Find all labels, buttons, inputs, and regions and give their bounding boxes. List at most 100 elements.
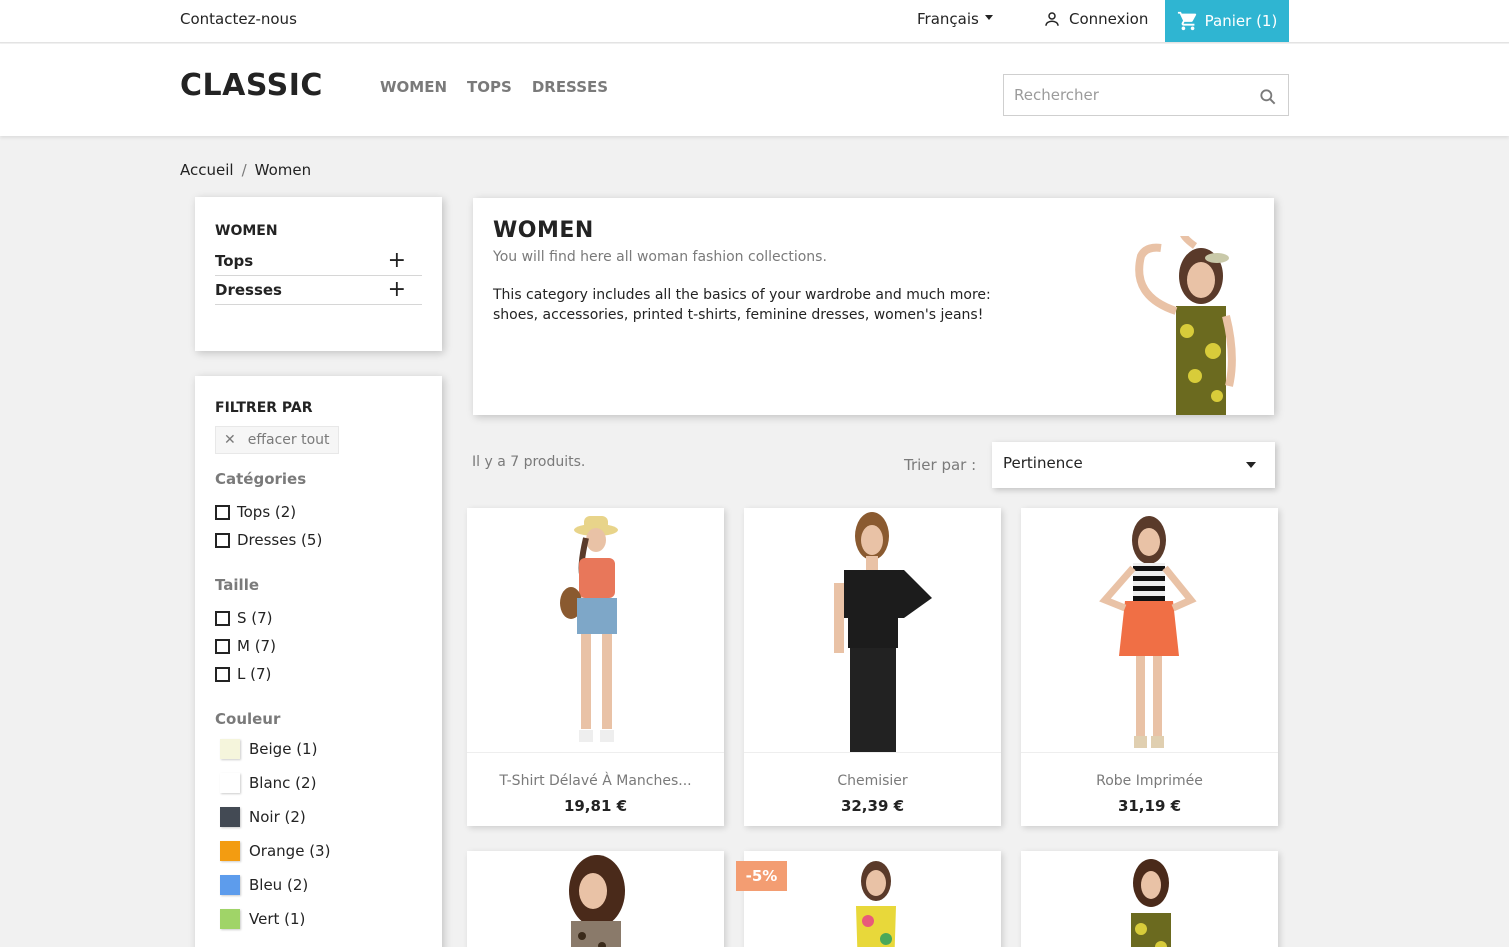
clear-all-button[interactable]: ✕ effacer tout (215, 426, 339, 454)
cart-button[interactable]: Panier (1) (1165, 0, 1289, 42)
chevron-down-icon (984, 15, 993, 20)
facet-title-categories: Catégories (215, 470, 307, 488)
facet-option[interactable]: S (7) (215, 604, 422, 632)
checkbox[interactable] (215, 666, 230, 682)
breadcrumb-separator: / (241, 161, 247, 179)
color-swatch[interactable] (220, 739, 240, 759)
color-option[interactable]: Bleu (2) (215, 868, 422, 902)
facet-option[interactable]: L (7) (215, 660, 422, 688)
color-option[interactable]: Blanc (2) (215, 766, 422, 800)
main-menu: WOMEN TOPS DRESSES (380, 78, 608, 96)
product-price: 32,39 € (840, 797, 905, 815)
product-card[interactable]: Robe Imprimée 31,19 € (1021, 508, 1278, 826)
search-icon[interactable] (1258, 87, 1278, 107)
color-swatch[interactable] (220, 773, 240, 793)
contact-link[interactable]: Contactez-nous (180, 10, 297, 28)
color-option-label: Orange (3) (249, 842, 331, 860)
menu-item-dresses[interactable]: DRESSES (532, 78, 608, 96)
category-item-tops[interactable]: Tops + (215, 247, 422, 276)
facet-title-size: Taille (215, 576, 260, 594)
facet-option-label: L (7) (237, 665, 272, 683)
facet-option[interactable]: Dresses (5) (215, 526, 422, 554)
product-price: 31,19 € (1117, 797, 1182, 815)
category-image (1135, 236, 1236, 415)
cart-icon (1177, 11, 1196, 31)
main-header: CLASSIC WOMEN TOPS DRESSES (0, 44, 1509, 136)
color-swatch[interactable] (220, 909, 240, 929)
product-card[interactable]: Chemisier 32,39 € (744, 508, 1001, 826)
product-name[interactable]: Chemisier (744, 773, 1001, 789)
breadcrumb-home[interactable]: Accueil (180, 161, 234, 179)
close-icon: ✕ (224, 432, 236, 448)
product-name[interactable]: T-Shirt Délavé À Manches... (467, 773, 724, 789)
clear-all-label: effacer tout (247, 432, 330, 448)
facet-option-label: S (7) (237, 609, 273, 627)
color-option[interactable]: Beige (1) (215, 732, 422, 766)
menu-item-women[interactable]: WOMEN (380, 78, 447, 96)
color-option-label: Vert (1) (249, 910, 306, 928)
product-image[interactable] (744, 508, 1001, 753)
color-option-label: Bleu (2) (249, 876, 309, 894)
category-header: WOMEN You will find here all woman fashi… (473, 198, 1274, 415)
category-item-label[interactable]: Dresses (215, 281, 282, 299)
product-count: Il y a 7 produits. (472, 454, 586, 470)
logo[interactable]: CLASSIC (180, 68, 323, 103)
color-swatch[interactable] (220, 841, 240, 861)
expand-icon[interactable]: + (388, 250, 406, 272)
filter-title: FILTRER PAR (215, 400, 313, 416)
product-image[interactable] (467, 508, 724, 753)
facet-option[interactable]: Tops (2) (215, 498, 422, 526)
facet-title-color: Couleur (215, 710, 281, 728)
filter-panel: FILTRER PAR ✕ effacer tout Catégories To… (195, 376, 442, 947)
color-option-label: Noir (2) (249, 808, 306, 826)
user-icon (1045, 12, 1059, 26)
product-price: 19,81 € (563, 797, 628, 815)
product-card[interactable]: T-Shirt Délavé À Manches... 19,81 € (467, 508, 724, 826)
color-swatch[interactable] (220, 807, 240, 827)
color-option[interactable]: Vert (1) (215, 902, 422, 936)
breadcrumb: Accueil / Women (180, 161, 311, 179)
top-bar: Contactez-nous Français Connexion Panier… (0, 0, 1509, 43)
color-option[interactable]: Noir (2) (215, 800, 422, 834)
chevron-down-icon (1246, 462, 1256, 468)
color-option-label: Blanc (2) (249, 774, 317, 792)
facet-option-label: Tops (2) (237, 503, 297, 521)
color-option[interactable]: Orange (3) (215, 834, 422, 868)
category-description-line: shoes, accessories, printed t-shirts, fe… (493, 307, 984, 323)
checkbox[interactable] (215, 610, 230, 626)
category-tree: WOMEN Tops + Dresses + (195, 197, 442, 351)
search-input[interactable] (1004, 75, 1244, 115)
checkbox[interactable] (215, 638, 230, 654)
checkbox[interactable] (215, 532, 230, 548)
product-image[interactable] (467, 851, 724, 947)
category-item-dresses[interactable]: Dresses + (215, 276, 422, 305)
product-card[interactable] (1021, 851, 1278, 947)
product-name[interactable]: Robe Imprimée (1021, 773, 1278, 789)
cart-label: Panier (1) (1204, 12, 1278, 30)
sort-value: Pertinence (1003, 454, 1083, 472)
category-description: This category includes all the basics of… (493, 285, 1013, 325)
language-selector[interactable]: Français (917, 10, 993, 28)
sort-label: Trier par : (904, 456, 977, 474)
category-tree-title[interactable]: WOMEN (215, 223, 422, 239)
sort-select[interactable]: Pertinence (992, 442, 1275, 488)
product-image[interactable] (1021, 851, 1278, 947)
product-image[interactable] (1021, 508, 1278, 753)
color-option-label: Beige (1) (249, 740, 318, 758)
language-label: Français (917, 10, 979, 28)
login-label: Connexion (1069, 10, 1149, 28)
discount-badge: -5% (736, 861, 787, 891)
expand-icon[interactable]: + (388, 279, 406, 301)
login-link[interactable]: Connexion (1043, 10, 1148, 28)
color-swatch[interactable] (220, 875, 240, 895)
facet-option-label: M (7) (237, 637, 276, 655)
search-box (1003, 74, 1289, 116)
checkbox[interactable] (215, 504, 230, 520)
category-item-label[interactable]: Tops (215, 252, 253, 270)
facet-option-label: Dresses (5) (237, 531, 323, 549)
category-description-line: This category includes all the basics of… (493, 287, 991, 303)
product-card[interactable] (467, 851, 724, 947)
facet-option[interactable]: M (7) (215, 632, 422, 660)
menu-item-tops[interactable]: TOPS (467, 78, 512, 96)
breadcrumb-current[interactable]: Women (255, 161, 311, 179)
